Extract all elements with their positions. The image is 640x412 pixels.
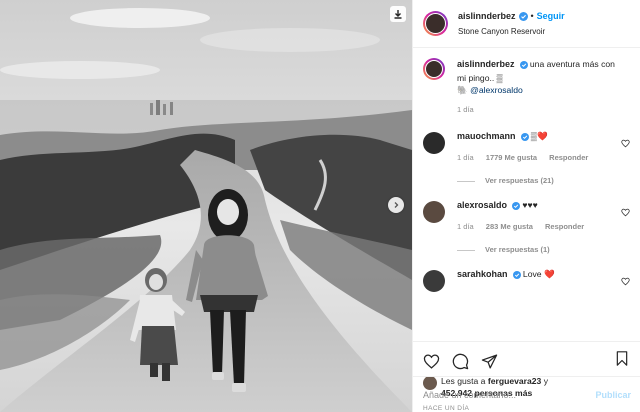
comment-username[interactable]: sarahkohan [457, 269, 508, 279]
add-comment-bar: Publicar [413, 376, 640, 412]
view-replies-button[interactable]: Ver respuestas (1) [457, 244, 617, 256]
post-side-panel: aislinnderbez • Seguir Stone Canyon Reserv… [412, 0, 640, 412]
comment-text: Love ❤️ [522, 269, 555, 279]
comment-username[interactable]: mauochmann [457, 131, 516, 141]
bookmark-icon[interactable] [614, 350, 630, 369]
author-avatar[interactable] [423, 11, 448, 36]
post-photo[interactable] [0, 0, 412, 412]
comment-avatar[interactable] [423, 201, 445, 223]
reply-button[interactable]: Responder [549, 153, 588, 162]
verified-icon [519, 60, 528, 72]
post-header: aislinnderbez • Seguir Stone Canyon Reserv… [413, 0, 640, 48]
publish-button[interactable]: Publicar [595, 390, 631, 400]
instagram-post: aislinnderbez • Seguir Stone Canyon Reserv… [0, 0, 640, 412]
verified-icon [518, 11, 528, 25]
heart-icon[interactable] [621, 208, 630, 219]
author-username[interactable]: aislinnderbez [458, 11, 516, 21]
location-link[interactable]: Stone Canyon Reservoir [458, 25, 565, 38]
verified-icon [512, 201, 521, 213]
comments-list[interactable]: aislinnderbez una aventura más con mi pi… [413, 48, 640, 341]
verified-icon [512, 270, 521, 282]
comment-likes[interactable]: 1779 Me gusta [486, 153, 537, 162]
comment-text: ▒❤️ [530, 131, 548, 141]
comment-icon[interactable] [452, 353, 469, 372]
comment-text: ♥♥♥ [522, 200, 538, 210]
view-replies-button[interactable]: Ver respuestas (21) [457, 175, 617, 187]
save-image-icon[interactable] [390, 6, 406, 22]
separator-dot: • [530, 10, 534, 21]
comment-likes[interactable]: 283 Me gusta [486, 222, 533, 231]
caption-time: 1 día [457, 105, 474, 114]
caption-avatar[interactable] [423, 58, 445, 80]
comment-item: sarahkohan Love ❤️ [423, 268, 630, 292]
comment-avatar[interactable] [423, 132, 445, 154]
comment-avatar[interactable] [423, 270, 445, 292]
caption: aislinnderbez una aventura más con mi pi… [423, 58, 630, 116]
share-icon[interactable] [481, 353, 498, 372]
next-arrow-icon[interactable] [388, 197, 404, 213]
verified-icon [520, 132, 529, 144]
heart-icon[interactable] [621, 139, 630, 150]
comment-time: 1 día [457, 153, 474, 162]
photo-scene [0, 0, 412, 412]
heart-icon[interactable] [423, 353, 440, 372]
caption-emoji: 🐘 [457, 85, 468, 95]
reply-button[interactable]: Responder [545, 222, 584, 231]
caption-mention[interactable]: @alexrosaldo [470, 85, 523, 95]
comment-item: alexrosaldo ♥♥♥ 1 día 283 Me gusta Respo… [423, 199, 630, 256]
follow-button[interactable]: Seguir [537, 11, 565, 21]
caption-username[interactable]: aislinnderbez [457, 59, 515, 69]
action-bar [413, 341, 640, 375]
comment-username[interactable]: alexrosaldo [457, 200, 507, 210]
comment-input[interactable] [423, 389, 596, 400]
heart-icon[interactable] [621, 277, 630, 288]
comment-item: mauochmann ▒❤️ 1 día 1779 Me gusta Respo… [423, 130, 630, 187]
comment-time: 1 día [457, 222, 474, 231]
